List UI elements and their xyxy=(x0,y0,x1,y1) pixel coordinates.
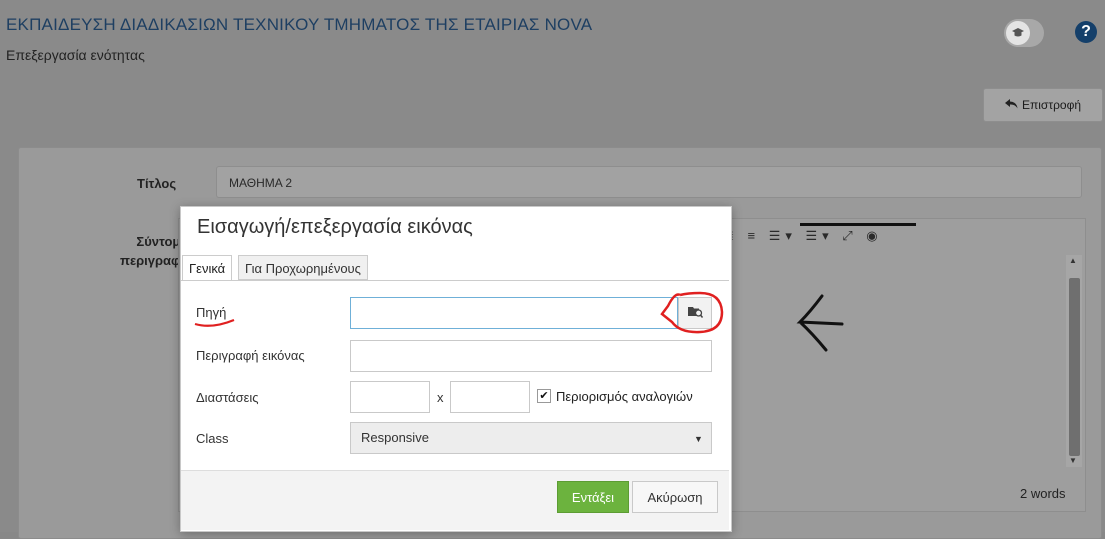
scroll-up-icon[interactable]: ▲ xyxy=(1069,256,1077,265)
title-label: Τίτλος xyxy=(137,176,177,191)
title-input[interactable]: ΜΑΘΗΜΑ 2 xyxy=(216,166,1082,198)
tab-general[interactable]: Γενικά xyxy=(182,255,233,280)
scroll-down-icon[interactable]: ▼ xyxy=(1069,456,1077,465)
description-label: Περιγραφή εικόνας xyxy=(196,348,305,363)
word-count: 2 words xyxy=(1020,486,1066,501)
page-subtitle: Επεξεργασία ενότητας xyxy=(6,47,145,63)
dimensions-label: Διαστάσεις xyxy=(196,390,259,405)
class-select[interactable]: Responsive xyxy=(350,422,712,454)
tab-advanced[interactable]: Για Προχωρημένους xyxy=(238,255,368,280)
back-button-label: Επιστροφή xyxy=(1021,98,1082,112)
graduation-cap-icon xyxy=(1006,21,1030,45)
checkmark-icon: ✔ xyxy=(539,390,549,402)
editor-scrollbar-thumb[interactable] xyxy=(1069,278,1080,456)
help-icon[interactable]: ? xyxy=(1075,21,1097,43)
width-input[interactable] xyxy=(350,381,430,413)
dimension-separator: x xyxy=(437,390,444,405)
caret-down-icon: ▼ xyxy=(694,434,703,444)
editor-toolbar[interactable]: ≣ ≡ ☰▾ ☰▾ ⤢ ◉ xyxy=(723,228,883,244)
description-input[interactable] xyxy=(350,340,712,372)
class-label: Class xyxy=(196,431,229,446)
constrain-label: Περιορισμός αναλογιών xyxy=(556,389,693,404)
source-input[interactable] xyxy=(350,297,678,329)
dialog-title: Εισαγωγή/επεξεργασία εικόνας xyxy=(197,216,473,238)
browse-image-icon xyxy=(687,305,704,321)
page-title: ΕΚΠΑΙΔΕΥΣΗ ΔΙΑΔΙΚΑΣΙΩΝ ΤΕΧΝΙΚΟΥ ΤΜΗΜΑΤΟΣ… xyxy=(6,15,593,34)
source-label: Πηγή xyxy=(196,305,227,320)
annotation-line xyxy=(800,223,916,226)
browse-button[interactable] xyxy=(678,297,712,329)
reply-arrow-icon xyxy=(1004,98,1018,112)
constrain-checkbox[interactable]: ✔ xyxy=(537,389,551,403)
height-input[interactable] xyxy=(450,381,530,413)
ok-button[interactable]: Εντάξει xyxy=(557,481,629,513)
back-button[interactable]: Επιστροφή xyxy=(983,88,1103,122)
cancel-button[interactable]: Ακύρωση xyxy=(632,481,718,513)
